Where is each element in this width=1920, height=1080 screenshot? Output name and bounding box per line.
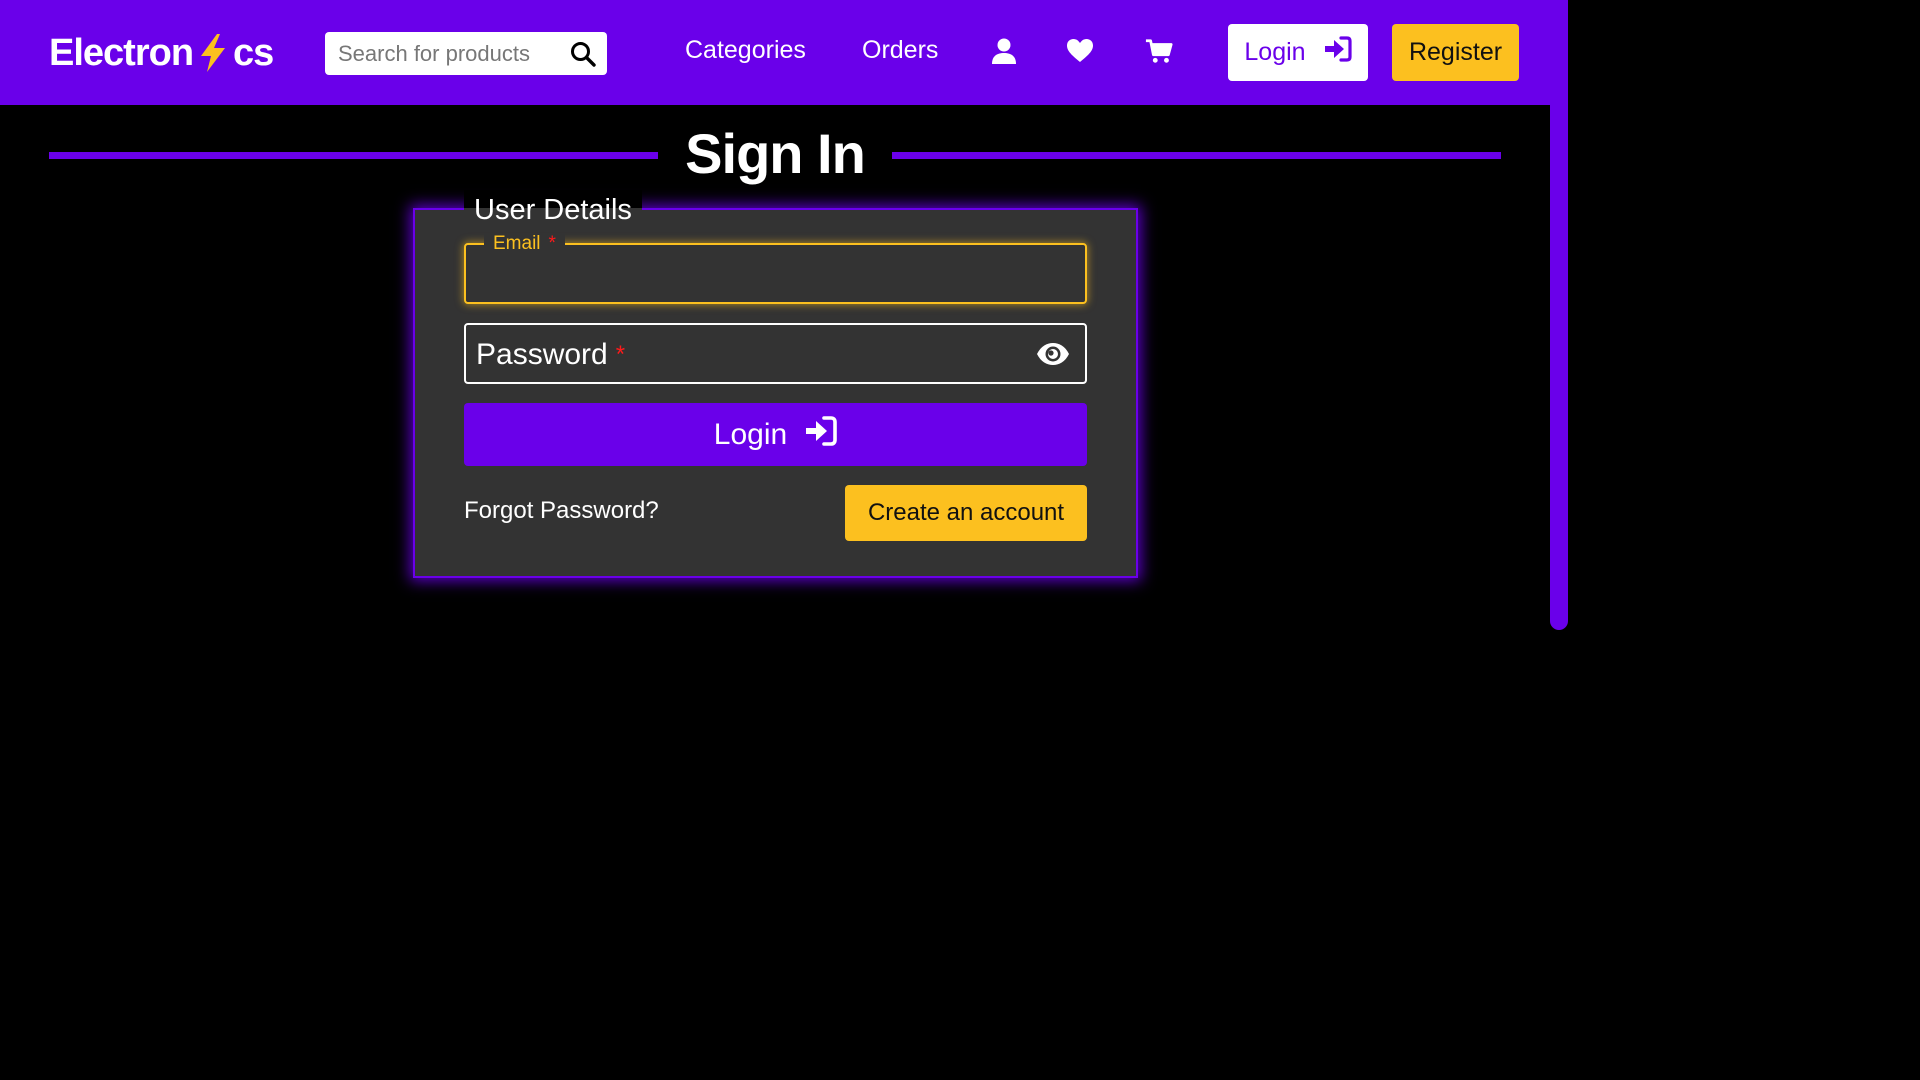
header-login-label: Login <box>1244 38 1306 66</box>
sign-in-icon <box>1324 36 1352 69</box>
top-navbar: Electron cs Categories Orders <box>0 0 1568 105</box>
sign-in-icon <box>805 415 838 454</box>
page-scrollbar[interactable] <box>1550 0 1568 630</box>
nav-link-categories[interactable]: Categories <box>685 36 806 65</box>
title-divider-right <box>892 152 1501 159</box>
email-label-text: Email <box>493 233 541 254</box>
title-divider-left <box>49 152 658 159</box>
email-field: Email * <box>464 233 1087 304</box>
heart-icon[interactable] <box>1066 37 1094 65</box>
password-required-mark: * <box>615 341 626 368</box>
search-icon[interactable] <box>569 40 597 68</box>
logo-text-suffix: cs <box>233 31 274 74</box>
email-required-mark: * <box>548 233 556 254</box>
eye-icon[interactable] <box>1035 339 1071 369</box>
user-icon[interactable] <box>990 37 1018 65</box>
site-logo[interactable]: Electron cs <box>49 30 274 76</box>
header-register-button[interactable]: Register <box>1392 24 1519 81</box>
lightning-bolt-icon <box>195 33 231 73</box>
password-label-text: Password <box>476 338 608 371</box>
form-legend: User Details <box>464 190 642 230</box>
header-login-button[interactable]: Login <box>1228 24 1368 81</box>
password-field: Password * <box>464 323 1087 384</box>
logo-text-prefix: Electron <box>49 31 194 74</box>
login-submit-label: Login <box>713 417 788 451</box>
forgot-password-link[interactable]: Forgot Password? <box>464 497 659 525</box>
search-input[interactable] <box>325 32 555 75</box>
password-label: Password * <box>476 337 625 373</box>
nav-link-orders[interactable]: Orders <box>862 36 938 65</box>
login-submit-button[interactable]: Login <box>464 403 1087 466</box>
create-account-button[interactable]: Create an account <box>845 485 1087 541</box>
email-label: Email * <box>484 233 565 255</box>
search-bar <box>325 32 607 75</box>
cart-icon[interactable] <box>1145 37 1173 65</box>
page-title: Sign In <box>658 118 892 192</box>
